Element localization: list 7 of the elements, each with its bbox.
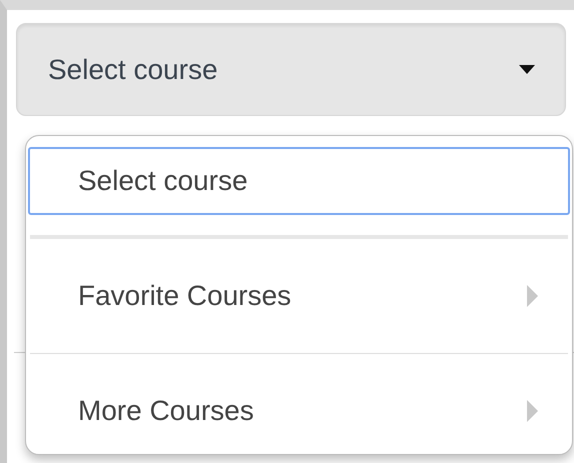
chevron-right-icon xyxy=(527,400,538,422)
course-select[interactable]: Select course xyxy=(16,23,566,116)
caret-icon xyxy=(519,65,535,74)
menu-item[interactable]: Select course xyxy=(28,147,570,215)
menu-item[interactable]: Favorite Courses xyxy=(28,239,570,353)
chevron-right-icon xyxy=(527,285,538,307)
menu-item[interactable]: More Courses xyxy=(28,354,570,463)
